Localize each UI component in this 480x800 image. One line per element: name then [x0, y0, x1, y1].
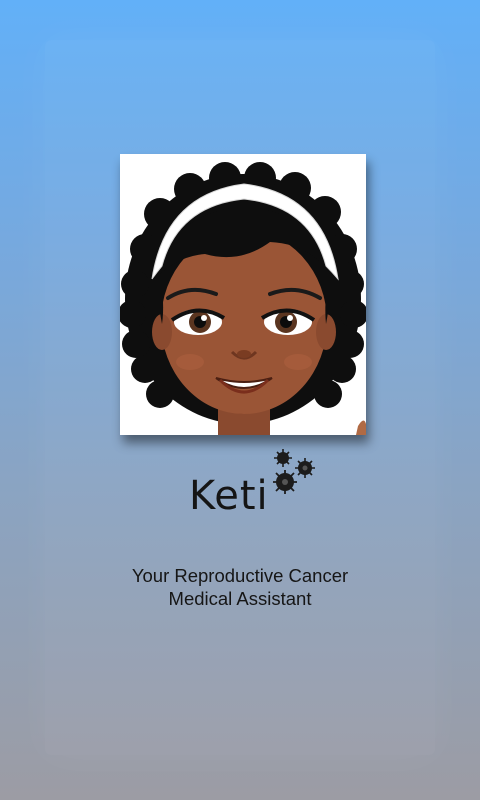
cartoon-woman-avatar-icon — [120, 162, 366, 435]
tagline-line-2: Medical Assistant — [168, 588, 312, 609]
keti-logo: Keti — [185, 448, 325, 528]
avatar-image — [120, 154, 366, 435]
logo-text: Keti — [189, 473, 269, 519]
virus-cells-icon — [273, 449, 315, 494]
tagline-line-1: Your Reproductive Cancer — [131, 565, 349, 586]
